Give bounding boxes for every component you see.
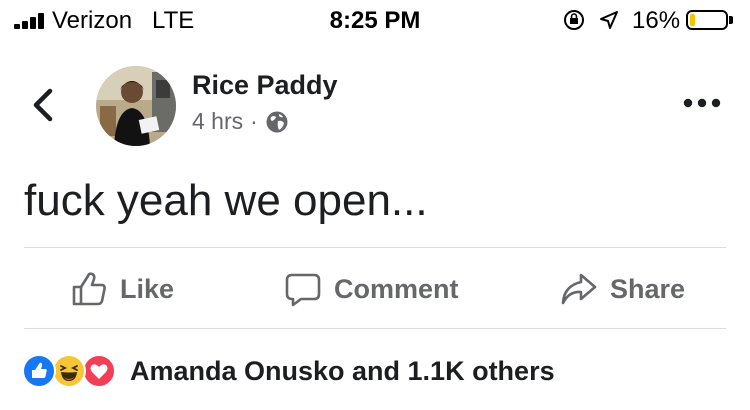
- comment-label: Comment: [334, 273, 459, 304]
- post-text: fuck yeah we open...: [24, 176, 428, 225]
- post-time[interactable]: 4 hrs: [192, 108, 243, 135]
- avatar-photo: [96, 66, 176, 146]
- divider-bottom: [24, 328, 726, 329]
- reactions-summary[interactable]: Amanda Onusko and 1.1K others: [130, 356, 555, 387]
- battery-percent: 16%: [632, 7, 681, 34]
- location-arrow-icon: [600, 11, 618, 29]
- battery-fill: [690, 14, 695, 26]
- share-label: Share: [610, 273, 686, 304]
- post-author-name[interactable]: Rice Paddy: [192, 70, 338, 101]
- love-reaction-icon: [82, 354, 116, 388]
- avatar[interactable]: [96, 66, 176, 146]
- like-reaction-icon: [22, 354, 56, 388]
- share-button[interactable]: Share: [560, 266, 685, 312]
- like-label: Like: [120, 273, 175, 304]
- globe-icon: [266, 111, 288, 132]
- battery-tip: [729, 16, 733, 24]
- like-button[interactable]: Like: [70, 266, 174, 312]
- comment-button[interactable]: Comment: [284, 266, 459, 312]
- status-bar: Verizon LTE 8:25 PM 16%: [0, 0, 750, 40]
- reaction-icons[interactable]: [22, 354, 122, 388]
- rotation-lock-icon: [564, 10, 584, 30]
- thumbs-up-icon: [72, 272, 106, 306]
- more-options-icon[interactable]: [682, 95, 722, 111]
- post-meta: 4 hrs ·: [192, 108, 289, 135]
- divider-top: [24, 247, 726, 248]
- battery-icon: [686, 10, 728, 30]
- comment-bubble-icon: [285, 273, 321, 307]
- meta-separator: ·: [250, 108, 258, 134]
- share-arrow-icon: [561, 273, 597, 305]
- haha-reaction-icon: [52, 354, 86, 388]
- back-chevron-icon[interactable]: [30, 88, 56, 122]
